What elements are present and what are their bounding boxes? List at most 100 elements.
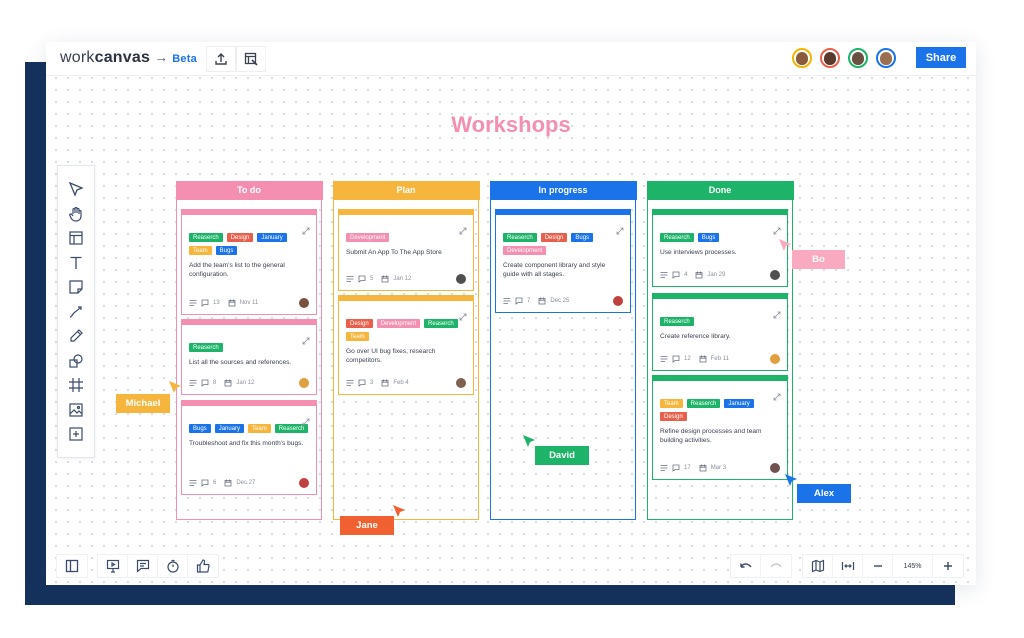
avatar[interactable]: [848, 48, 868, 68]
assignee-avatar[interactable]: [613, 296, 623, 306]
vote-button[interactable]: [188, 555, 218, 577]
task-card[interactable]: Reaserch Design January Team Bugs Add the tea…: [181, 209, 317, 315]
sidebar-toggle-button[interactable]: [57, 555, 87, 577]
tag[interactable]: Design: [540, 233, 568, 242]
expand-icon[interactable]: [302, 332, 310, 345]
tag[interactable]: Reaserch: [424, 319, 458, 328]
task-card[interactable]: Design Development Reaserch Team Go over UI …: [338, 295, 474, 395]
avatar[interactable]: [876, 48, 896, 68]
zoom-level[interactable]: 145%: [893, 555, 933, 577]
task-card[interactable]: Development Submit An App To The App Stor…: [338, 209, 474, 291]
add-tool[interactable]: [65, 425, 87, 444]
sticky-note-tool[interactable]: [65, 278, 87, 297]
expand-icon[interactable]: [459, 308, 467, 321]
assignee-avatar[interactable]: [299, 478, 309, 488]
avatar[interactable]: [792, 48, 812, 68]
task-card[interactable]: Bugs January Team Reaserch Troubleshoot and …: [181, 400, 317, 495]
comment-button[interactable]: [128, 555, 158, 577]
share-button[interactable]: Share: [916, 47, 966, 68]
expand-icon[interactable]: [616, 222, 624, 235]
tag[interactable]: Reaserch: [660, 317, 694, 326]
column-header[interactable]: Done: [646, 180, 794, 200]
tag[interactable]: Bugs: [571, 233, 594, 242]
task-card[interactable]: Reaserch Design Bugs Development Create comp…: [495, 209, 631, 313]
frame-tool[interactable]: [65, 376, 87, 395]
hand-tool[interactable]: [65, 205, 87, 224]
tag[interactable]: January: [214, 424, 245, 433]
comment-icon[interactable]: [201, 299, 209, 307]
zoom-in-button[interactable]: [933, 555, 963, 577]
task-card[interactable]: Reaserch List all the sources and referen…: [181, 319, 317, 395]
comment-icon[interactable]: [201, 379, 209, 387]
connector-tool[interactable]: [65, 303, 87, 322]
avatar[interactable]: [820, 48, 840, 68]
task-card[interactable]: Team Reaserch January Design Refine design p…: [652, 375, 788, 480]
assignee-avatar[interactable]: [770, 463, 780, 473]
shapes-tool[interactable]: [65, 352, 87, 371]
tag[interactable]: Bugs: [215, 246, 238, 255]
assignee-avatar[interactable]: [456, 274, 466, 284]
column-header[interactable]: Plan: [332, 180, 480, 200]
pen-tool[interactable]: [65, 327, 87, 346]
comment-icon[interactable]: [358, 275, 366, 283]
card-meta: 5 Jan 12: [346, 274, 466, 284]
upload-button[interactable]: [206, 46, 236, 72]
tag[interactable]: Team: [660, 399, 683, 408]
comment-icon[interactable]: [672, 271, 680, 279]
comment-icon[interactable]: [672, 355, 680, 363]
tag[interactable]: Reaserch: [503, 233, 537, 242]
tag[interactable]: Reaserch: [189, 233, 223, 242]
tag[interactable]: Development: [503, 246, 547, 255]
comment-icon[interactable]: [201, 479, 209, 487]
tag[interactable]: Team: [346, 332, 369, 341]
comment-icon[interactable]: [515, 297, 523, 305]
expand-icon[interactable]: [302, 222, 310, 235]
expand-icon[interactable]: [773, 222, 781, 235]
expand-icon[interactable]: [773, 306, 781, 319]
map-button[interactable]: [803, 555, 833, 577]
tag[interactable]: Reaserch: [660, 233, 694, 242]
tag[interactable]: Development: [346, 233, 390, 242]
tag[interactable]: Reaserch: [189, 343, 223, 352]
tag[interactable]: Design: [226, 233, 254, 242]
due-date: Dec 25: [550, 298, 570, 304]
text-tool[interactable]: [65, 254, 87, 273]
comment-icon[interactable]: [672, 464, 680, 472]
tag[interactable]: Design: [346, 319, 373, 328]
beta-link[interactable]: Beta: [172, 53, 197, 65]
expand-icon[interactable]: [773, 388, 781, 401]
assignee-avatar[interactable]: [456, 378, 466, 388]
tag[interactable]: Design: [660, 412, 687, 421]
present-button[interactable]: [98, 555, 128, 577]
tag[interactable]: Bugs: [189, 424, 211, 433]
tag[interactable]: Team: [248, 424, 271, 433]
assignee-avatar[interactable]: [299, 378, 309, 388]
assignee-avatar[interactable]: [770, 354, 780, 364]
assignee-avatar[interactable]: [299, 298, 309, 308]
select-tool[interactable]: [65, 180, 87, 199]
undo-button[interactable]: [731, 555, 761, 577]
column-header[interactable]: To do: [175, 180, 323, 200]
tag[interactable]: Reaserch: [686, 399, 721, 408]
timer-button[interactable]: [158, 555, 188, 577]
comment-icon[interactable]: [358, 379, 366, 387]
tag[interactable]: January: [257, 233, 287, 242]
expand-icon[interactable]: [459, 222, 467, 235]
board-select-button[interactable]: [236, 46, 266, 72]
fit-width-button[interactable]: [833, 555, 863, 577]
expand-icon[interactable]: [302, 413, 310, 426]
redo-button[interactable]: [761, 555, 791, 577]
assignee-avatar[interactable]: [770, 270, 780, 280]
task-card[interactable]: Reaserch Create reference library. 12 Feb 1…: [652, 293, 788, 371]
tag[interactable]: January: [724, 399, 754, 408]
tag[interactable]: Bugs: [697, 233, 720, 242]
zoom-out-button[interactable]: [863, 555, 893, 577]
board-title[interactable]: Workshops: [46, 112, 976, 138]
tag[interactable]: Development: [376, 319, 421, 328]
task-card[interactable]: Reaserch Bugs Use interviews processes. 4 Ja…: [652, 209, 788, 287]
image-tool[interactable]: [65, 401, 87, 420]
column-header[interactable]: In progress: [489, 180, 637, 200]
template-tool[interactable]: [65, 229, 87, 248]
card-color-bar: [652, 375, 788, 381]
tag[interactable]: Team: [189, 246, 212, 255]
